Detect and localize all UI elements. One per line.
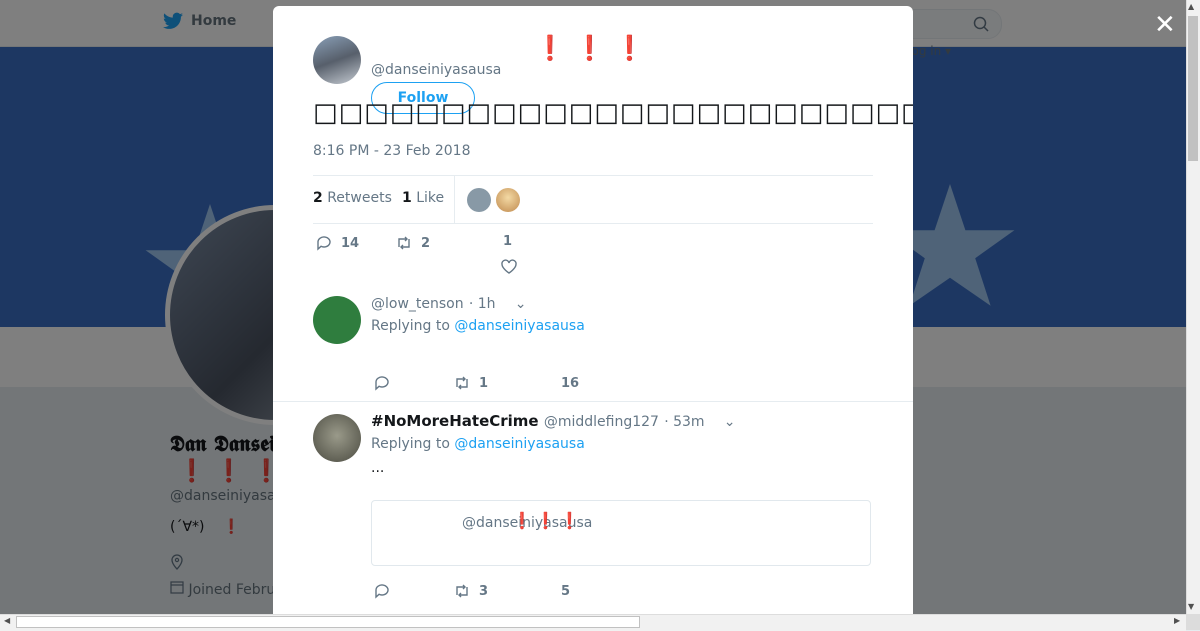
close-icon[interactable]: ✕	[1154, 12, 1176, 38]
like-count: 1	[503, 234, 513, 249]
horizontal-scroll-thumb[interactable]	[16, 616, 640, 628]
retweet-icon	[398, 236, 410, 250]
tweet-text: □□□□□□□□□□□□□□□□□□□□□□□□□□□□□□□□□□□□□□□□…	[313, 98, 913, 128]
reply-time[interactable]: · 53m	[664, 414, 704, 430]
reply-tweet[interactable]: @low_tenson · 1h ⌄ Replying to @danseini…	[273, 284, 913, 401]
scrollbar-corner	[1186, 614, 1200, 630]
scroll-up-arrow[interactable]: ▲	[1188, 2, 1194, 11]
reply-count: 14	[341, 235, 360, 251]
quoted-bangs: ❗❗❗	[512, 511, 584, 530]
liker-avatar[interactable]	[496, 188, 520, 212]
retweet-count: 1	[479, 375, 489, 391]
quoted-tweet[interactable]: @danseiniyasausa ❗❗❗	[371, 500, 871, 566]
author-avatar[interactable]	[313, 36, 361, 84]
vertical-scroll-thumb[interactable]	[1188, 16, 1198, 161]
replying-to: Replying to @danseiniyasausa	[371, 318, 585, 334]
reply-button[interactable]	[373, 582, 391, 600]
reply-author-handle[interactable]: @low_tenson	[371, 296, 464, 312]
reply-header: #NoMoreHateCrime @middlefing127 · 53m ⌄	[371, 412, 736, 430]
replying-to: Replying to @danseiniyasausa	[371, 436, 585, 452]
replying-to-link[interactable]: @danseiniyasausa	[454, 436, 584, 452]
scroll-right-arrow[interactable]: ▶	[1174, 616, 1180, 625]
author-handle[interactable]: @danseiniyasausa	[371, 62, 501, 78]
tweet-modal: ❗❗❗ @danseiniyasausa Follow □□□□□□□□□□□□…	[273, 6, 913, 614]
reply-button[interactable]	[373, 374, 391, 392]
chevron-down-icon[interactable]: ⌄	[515, 296, 527, 312]
tweet-stats: 2 Retweets 1 Like	[313, 175, 873, 224]
like-count-label: 1	[503, 234, 512, 249]
replying-prefix: Replying to	[371, 436, 450, 452]
retweet-icon	[456, 376, 468, 390]
reply-header: @low_tenson · 1h ⌄	[371, 294, 527, 312]
chevron-down-icon[interactable]: ⌄	[724, 414, 736, 430]
retweet-icon	[456, 584, 468, 598]
like-count-label: 16	[561, 376, 579, 391]
retweets-count: 2	[313, 190, 323, 206]
tweet-actions: 14 2 1	[313, 234, 873, 274]
heart-icon	[501, 259, 517, 274]
reply-time[interactable]: · 1h	[469, 296, 496, 312]
retweets-stat[interactable]: 2 Retweets	[313, 190, 392, 206]
reply-button[interactable]: 14	[315, 234, 359, 252]
reply-icon	[375, 376, 389, 391]
retweet-button[interactable]: 2	[395, 234, 430, 252]
likes-stat[interactable]: 1 Like	[402, 190, 444, 206]
reply-author-name[interactable]: #NoMoreHateCrime	[371, 412, 539, 430]
likes-count: 1	[402, 190, 412, 206]
scroll-left-arrow[interactable]: ◀	[4, 616, 10, 625]
retweets-label: Retweets	[327, 190, 392, 206]
scroll-down-arrow[interactable]: ▼	[1188, 602, 1194, 611]
reply-avatar[interactable]	[313, 414, 361, 462]
like-count: 16	[561, 376, 580, 391]
reply-avatar[interactable]	[313, 296, 361, 344]
reply-author-handle[interactable]: @middlefing127	[544, 414, 659, 430]
reply-icon	[317, 236, 331, 251]
liker-avatar[interactable]	[467, 188, 491, 212]
replying-to-link[interactable]: @danseiniyasausa	[454, 318, 584, 334]
like-count: 5	[561, 584, 571, 599]
author-name-bangs: ❗❗❗	[535, 34, 655, 62]
stats-divider	[454, 176, 455, 223]
retweet-button[interactable]: 3	[453, 582, 488, 600]
tweet-timestamp[interactable]: 8:16 PM - 23 Feb 2018	[313, 143, 471, 159]
reply-tweet[interactable]: #NoMoreHateCrime @middlefing127 · 53m ⌄ …	[273, 401, 913, 614]
likes-label: Like	[416, 190, 445, 206]
reply-icon	[375, 584, 389, 599]
replying-prefix: Replying to	[371, 318, 450, 334]
reply-body: ...	[371, 460, 385, 476]
retweet-count: 3	[479, 583, 489, 599]
retweet-count: 2	[421, 235, 431, 251]
like-button[interactable]	[500, 258, 518, 276]
like-count-label: 5	[561, 584, 570, 599]
retweet-button[interactable]: 1	[453, 374, 488, 392]
